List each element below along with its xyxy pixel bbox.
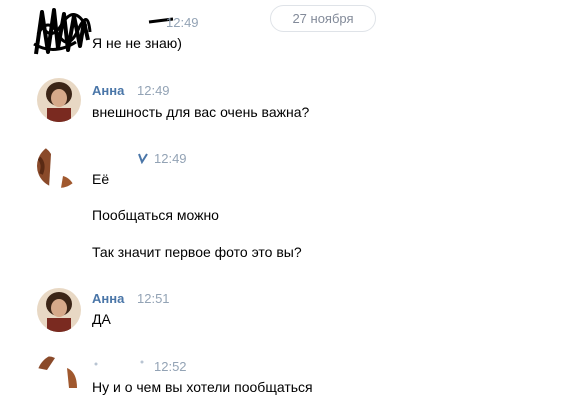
message-3: 12:49 Её Пообщаться можно Так значит пер… <box>0 142 581 272</box>
avatar[interactable] <box>37 288 81 332</box>
message-text: ДА <box>92 311 111 327</box>
message-1: 12:49 Я не не знаю) <box>0 0 581 60</box>
redacted-name-mark <box>94 360 144 366</box>
message-text: внешность для вас очень важна? <box>92 104 310 120</box>
chat-history: 27 ноября 12:49 Я не не знаю) Анна 12:49 <box>0 0 581 418</box>
message-text: Так значит первое фото это вы? <box>92 244 302 260</box>
message-time[interactable]: 12:49 <box>154 151 187 166</box>
redacted-avatar[interactable] <box>37 144 81 188</box>
message-time[interactable]: 12:51 <box>137 291 170 306</box>
author-link[interactable]: Анна <box>92 83 124 98</box>
redacted-avatar-scribble <box>33 8 92 55</box>
message-text: Я не не знаю) <box>92 35 182 51</box>
message-5: 12:52 Ну и о чем вы хотели пообщаться <box>0 350 581 418</box>
message-text: Ну и о чем вы хотели пообщаться <box>92 379 313 395</box>
message-text: Пообщаться можно <box>92 207 219 223</box>
message-4: Анна 12:51 ДА <box>0 286 581 336</box>
message-time[interactable]: 12:52 <box>154 359 187 374</box>
avatar[interactable] <box>37 78 81 122</box>
message-time[interactable]: 12:49 <box>137 83 170 98</box>
message-text: Её <box>92 171 110 187</box>
redacted-name-mark <box>138 153 148 164</box>
message-time[interactable]: 12:49 <box>166 15 199 30</box>
redacted-avatar[interactable] <box>37 354 81 398</box>
author-link[interactable]: Анна <box>92 291 124 306</box>
message-2: Анна 12:49 внешность для вас очень важна… <box>0 76 581 126</box>
